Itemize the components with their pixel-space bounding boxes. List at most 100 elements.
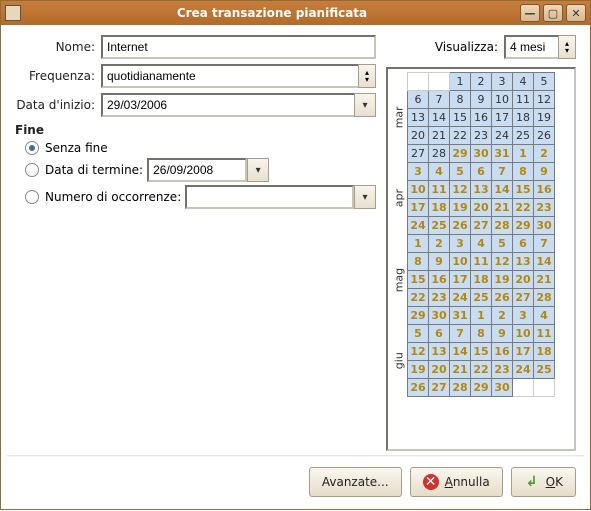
cancel-button[interactable]: ✕ Annulla: [410, 467, 503, 497]
month-label: mar: [391, 72, 407, 162]
calendar-day: 6: [408, 91, 429, 109]
calendar-preview: maraprmaggiu 123456789101112131415161718…: [386, 67, 576, 451]
calendar-day: 28: [534, 289, 555, 307]
calendar-day: 15: [408, 271, 429, 289]
calendar-day: 13: [471, 181, 492, 199]
occurrences-input[interactable]: [185, 185, 354, 209]
calendar-day: 9: [492, 325, 513, 343]
calendar-day: 14: [534, 253, 555, 271]
calendar-day: 4: [513, 73, 534, 91]
name-input[interactable]: [101, 35, 376, 59]
calendar-day: 14: [429, 109, 450, 127]
calendar-day: 22: [471, 361, 492, 379]
radio-occurrences-label: Numero di occorrenze:: [45, 190, 181, 204]
calendar-day: 30: [534, 217, 555, 235]
calendar-day: 2: [429, 235, 450, 253]
calendar-day: 15: [471, 343, 492, 361]
calendar-day: 28: [429, 145, 450, 163]
calendar-day: [534, 379, 555, 397]
calendar-day: 23: [429, 289, 450, 307]
start-date-input[interactable]: [101, 93, 354, 117]
view-months-stepper[interactable]: ▴▾: [558, 35, 576, 59]
occurrences-dropdown[interactable]: [354, 185, 376, 209]
view-label: Visualizza:: [435, 40, 498, 54]
calendar-day: 11: [471, 253, 492, 271]
calendar-day: 10: [492, 91, 513, 109]
calendar-day: 30: [492, 379, 513, 397]
calendar-day: 23: [492, 361, 513, 379]
start-date-dropdown[interactable]: [354, 93, 376, 117]
calendar-day: [408, 73, 429, 91]
calendar-day: 3: [450, 235, 471, 253]
calendar-day: 29: [450, 145, 471, 163]
app-icon: [5, 5, 21, 21]
calendar-day: 14: [492, 181, 513, 199]
frequency-stepper[interactable]: ▴▾: [358, 64, 376, 88]
calendar-day: 22: [513, 199, 534, 217]
calendar-day: 13: [513, 253, 534, 271]
calendar-day: 24: [408, 217, 429, 235]
calendar-day: 23: [471, 127, 492, 145]
calendar-day: 1: [408, 235, 429, 253]
calendar-day: 21: [450, 361, 471, 379]
calendar-day: [513, 379, 534, 397]
minimize-button[interactable]: —: [520, 4, 540, 22]
calendar-day: 5: [492, 235, 513, 253]
end-date-input[interactable]: [147, 158, 247, 182]
calendar-day: 3: [492, 73, 513, 91]
calendar-day: 11: [429, 181, 450, 199]
calendar-day: 23: [534, 199, 555, 217]
calendar-day: 16: [492, 343, 513, 361]
calendar-day: 29: [408, 307, 429, 325]
calendar-day: 18: [429, 199, 450, 217]
calendar-day: 26: [492, 289, 513, 307]
calendar-day: 30: [429, 307, 450, 325]
close-button[interactable]: ✕: [566, 4, 586, 22]
calendar-day: 27: [408, 145, 429, 163]
radio-end-date[interactable]: [25, 163, 39, 177]
calendar-day: 8: [471, 325, 492, 343]
calendar-day: 10: [450, 253, 471, 271]
calendar-day: 7: [450, 325, 471, 343]
calendar-day: 8: [408, 253, 429, 271]
calendar-day: 12: [450, 181, 471, 199]
calendar-day: 16: [471, 109, 492, 127]
calendar-day: 16: [534, 181, 555, 199]
calendar-day: 18: [534, 343, 555, 361]
start-date-label: Data d'inizio:: [15, 98, 95, 112]
end-date-dropdown[interactable]: [247, 158, 269, 182]
calendar-day: 5: [450, 163, 471, 181]
advanced-button[interactable]: Avanzate...: [309, 467, 402, 497]
calendar-day: 13: [408, 109, 429, 127]
calendar-day: 3: [408, 163, 429, 181]
ok-button[interactable]: ↲ OK: [511, 467, 576, 497]
radio-no-end-label: Senza fine: [45, 141, 108, 155]
calendar-day: 8: [513, 163, 534, 181]
ok-icon: ↲: [524, 474, 540, 490]
calendar-day: 27: [513, 289, 534, 307]
calendar-day: 2: [471, 73, 492, 91]
calendar-day: 27: [429, 379, 450, 397]
radio-no-end[interactable]: [25, 141, 39, 155]
calendar-day: 21: [492, 199, 513, 217]
calendar-day: 18: [471, 271, 492, 289]
calendar-day: 20: [471, 199, 492, 217]
calendar-day: 19: [492, 271, 513, 289]
radio-end-date-label: Data di termine:: [45, 163, 143, 177]
ok-button-label: OK: [546, 475, 563, 489]
calendar-day: 31: [492, 145, 513, 163]
month-label: giu: [391, 325, 407, 397]
calendar-day: 21: [534, 271, 555, 289]
radio-occurrences[interactable]: [25, 190, 39, 204]
calendar-day: 6: [429, 325, 450, 343]
calendar-day: 17: [492, 109, 513, 127]
maximize-button[interactable]: ▢: [543, 4, 563, 22]
frequency-select[interactable]: [101, 64, 358, 88]
calendar-day: 28: [450, 379, 471, 397]
calendar-day: 22: [408, 289, 429, 307]
calendar-day: 18: [513, 109, 534, 127]
calendar-day: 11: [534, 325, 555, 343]
view-months-input[interactable]: [504, 35, 558, 59]
cancel-button-label: Annulla: [445, 475, 490, 489]
calendar-day: 19: [534, 109, 555, 127]
